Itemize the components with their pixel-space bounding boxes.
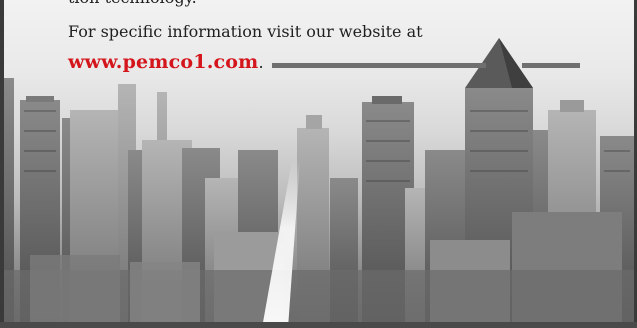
website-link[interactable]: www.pemco1.com [68, 51, 258, 73]
info-text: For specific information visit our websi… [68, 22, 423, 41]
bottom-border [0, 322, 637, 328]
website-line: www.pemco1.com. [68, 50, 264, 75]
decorative-rule-right [522, 63, 580, 68]
left-border [0, 0, 4, 328]
decorative-rule-left [272, 63, 486, 68]
cut-off-text: tion technology. [68, 0, 197, 8]
url-period: . [258, 53, 264, 72]
document-page: tion technology. For specific informatio… [0, 0, 637, 328]
